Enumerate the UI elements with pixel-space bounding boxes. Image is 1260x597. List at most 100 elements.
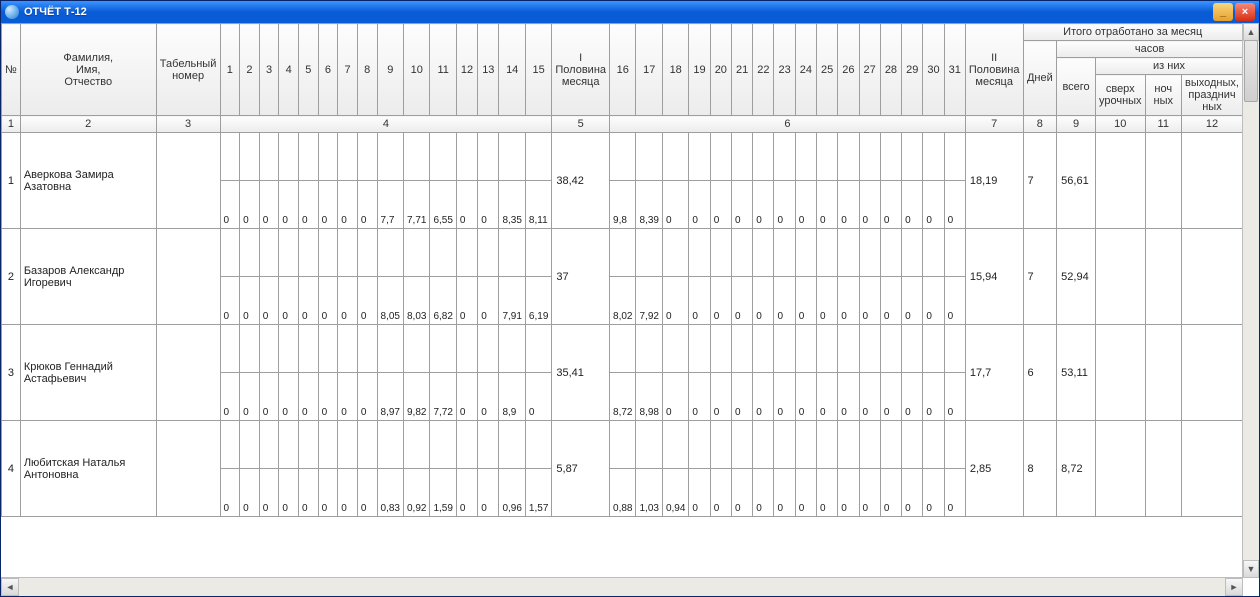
day-cell[interactable]: 0 [338, 373, 358, 421]
scroll-up-button[interactable]: ▲ [1243, 23, 1259, 41]
day-cell-top[interactable] [689, 229, 710, 277]
day-cell-top[interactable] [279, 421, 299, 469]
day-cell[interactable]: 7,71 [403, 181, 429, 229]
day-cell[interactable]: 0 [259, 373, 279, 421]
day-cell-top[interactable] [944, 133, 965, 181]
day-cell[interactable]: 0 [478, 373, 499, 421]
day-cell-top[interactable] [456, 325, 477, 373]
day-cell[interactable]: 0 [795, 373, 816, 421]
day-cell[interactable]: 0 [710, 373, 731, 421]
day-cell[interactable]: 0 [338, 469, 358, 517]
day-cell[interactable]: 0 [753, 469, 774, 517]
day-cell-top[interactable] [610, 133, 636, 181]
day-cell-top[interactable] [689, 325, 710, 373]
day-cell[interactable]: 0 [689, 277, 710, 325]
day-cell-top[interactable] [731, 421, 752, 469]
day-cell-top[interactable] [817, 229, 838, 277]
day-cell[interactable]: 0 [731, 373, 752, 421]
day-cell[interactable]: 0 [880, 181, 901, 229]
day-cell-top[interactable] [525, 133, 551, 181]
day-cell-top[interactable] [499, 229, 525, 277]
table-row[interactable]: 4Любитская Наталья Антоновна5,872,8588,7… [2, 421, 1243, 469]
day-cell[interactable]: 0 [318, 469, 338, 517]
day-cell-top[interactable] [774, 229, 795, 277]
day-cell-top[interactable] [259, 133, 279, 181]
day-cell[interactable]: 0 [478, 469, 499, 517]
day-cell-top[interactable] [357, 229, 377, 277]
day-cell[interactable]: 0 [774, 181, 795, 229]
day-cell-top[interactable] [838, 133, 859, 181]
day-cell[interactable]: 0 [923, 277, 944, 325]
day-cell[interactable]: 0 [838, 469, 859, 517]
day-cell[interactable]: 0 [859, 181, 880, 229]
day-cell-top[interactable] [731, 229, 752, 277]
day-cell[interactable]: 6,55 [430, 181, 456, 229]
day-cell-top[interactable] [859, 133, 880, 181]
day-cell-top[interactable] [478, 133, 499, 181]
day-cell[interactable]: 0 [795, 277, 816, 325]
day-cell-top[interactable] [338, 133, 358, 181]
day-cell[interactable]: 0 [357, 181, 377, 229]
day-cell-top[interactable] [817, 133, 838, 181]
day-cell[interactable]: 1,59 [430, 469, 456, 517]
report-grid[interactable]: № Фамилия, Имя, Отчество Табельный номер… [1, 23, 1243, 578]
day-cell[interactable]: 8,05 [377, 277, 403, 325]
day-cell-top[interactable] [610, 325, 636, 373]
day-cell[interactable]: 7,92 [636, 277, 662, 325]
day-cell[interactable]: 8,9 [499, 373, 525, 421]
day-cell[interactable]: 0 [220, 277, 240, 325]
day-cell[interactable]: 8,35 [499, 181, 525, 229]
day-cell-top[interactable] [499, 133, 525, 181]
day-cell-top[interactable] [662, 229, 688, 277]
day-cell[interactable]: 7,72 [430, 373, 456, 421]
day-cell-top[interactable] [377, 133, 403, 181]
day-cell-top[interactable] [859, 325, 880, 373]
day-cell[interactable]: 0 [689, 373, 710, 421]
day-cell-top[interactable] [774, 133, 795, 181]
day-cell[interactable]: 0 [689, 181, 710, 229]
day-cell[interactable]: 0 [923, 469, 944, 517]
day-cell-top[interactable] [689, 133, 710, 181]
day-cell-top[interactable] [859, 421, 880, 469]
day-cell-top[interactable] [525, 229, 551, 277]
day-cell[interactable]: 8,39 [636, 181, 662, 229]
day-cell[interactable]: 0,96 [499, 469, 525, 517]
day-cell[interactable]: 0 [859, 373, 880, 421]
day-cell-top[interactable] [710, 421, 731, 469]
day-cell[interactable]: 0 [817, 373, 838, 421]
day-cell-top[interactable] [795, 229, 816, 277]
day-cell[interactable]: 0 [817, 277, 838, 325]
day-cell[interactable]: 0 [357, 469, 377, 517]
day-cell[interactable]: 0 [259, 277, 279, 325]
day-cell-top[interactable] [299, 325, 319, 373]
day-cell[interactable]: 0 [710, 181, 731, 229]
day-cell-top[interactable] [430, 421, 456, 469]
day-cell-top[interactable] [299, 421, 319, 469]
day-cell-top[interactable] [636, 421, 662, 469]
day-cell[interactable]: 0 [338, 181, 358, 229]
day-cell[interactable]: 0 [240, 373, 260, 421]
day-cell[interactable]: 0 [220, 469, 240, 517]
day-cell-top[interactable] [923, 133, 944, 181]
day-cell[interactable]: 0 [774, 277, 795, 325]
day-cell-top[interactable] [478, 325, 499, 373]
day-cell-top[interactable] [753, 325, 774, 373]
day-cell-top[interactable] [318, 133, 338, 181]
day-cell-top[interactable] [240, 325, 260, 373]
day-cell-top[interactable] [880, 133, 901, 181]
day-cell[interactable]: 0 [662, 277, 688, 325]
day-cell-top[interactable] [923, 229, 944, 277]
day-cell[interactable]: 0 [279, 373, 299, 421]
day-cell[interactable]: 0 [456, 373, 477, 421]
day-cell-top[interactable] [220, 133, 240, 181]
day-cell[interactable]: 0 [817, 469, 838, 517]
day-cell-top[interactable] [357, 421, 377, 469]
day-cell[interactable]: 0 [357, 277, 377, 325]
day-cell-top[interactable] [403, 421, 429, 469]
day-cell-top[interactable] [838, 229, 859, 277]
day-cell[interactable]: 0 [880, 469, 901, 517]
day-cell[interactable]: 0 [318, 277, 338, 325]
day-cell[interactable]: 0 [299, 373, 319, 421]
day-cell[interactable]: 0 [240, 277, 260, 325]
day-cell-top[interactable] [377, 325, 403, 373]
